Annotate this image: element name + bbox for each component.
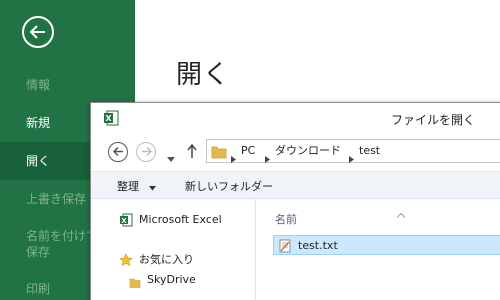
open-file-dialog: X ファイルを開く PC ダウンロード test 整理 新しいフォルダー X M… bbox=[90, 102, 500, 300]
right-arrow-icon bbox=[141, 146, 152, 157]
up-arrow-icon[interactable] bbox=[187, 143, 197, 163]
excel-icon: X bbox=[119, 212, 133, 231]
address-row: PC ダウンロード test bbox=[91, 133, 500, 171]
breadcrumb-chevron-right-icon bbox=[349, 148, 354, 167]
dialog-titlebar: X ファイルを開く bbox=[91, 103, 500, 133]
organize-label: 整理 bbox=[117, 180, 139, 193]
nav-item-info[interactable]: 情報 bbox=[0, 66, 135, 104]
page-title: 開く bbox=[176, 60, 231, 90]
nav-pane-item-skydrive[interactable]: SkyDrive bbox=[147, 273, 196, 287]
left-arrow-icon bbox=[112, 146, 123, 157]
nav-pane-item-excel[interactable]: Microsoft Excel bbox=[139, 213, 222, 227]
new-folder-button[interactable]: 新しいフォルダー bbox=[185, 178, 273, 194]
breadcrumb-chevron-right-icon bbox=[231, 148, 236, 167]
organize-button[interactable]: 整理 bbox=[117, 178, 156, 194]
breadcrumb-test[interactable]: test bbox=[359, 144, 380, 158]
file-row[interactable]: test.txt bbox=[273, 235, 500, 255]
file-name: test.txt bbox=[298, 239, 338, 252]
svg-text:X: X bbox=[121, 217, 127, 225]
folder-icon bbox=[129, 274, 141, 293]
back-button[interactable] bbox=[22, 16, 54, 48]
breadcrumb-chevron-right-icon bbox=[265, 148, 270, 167]
nav-item-save-label: 上書き保存 bbox=[26, 192, 87, 206]
back-arrow-icon bbox=[22, 16, 54, 48]
recent-locations-chevron-down-icon[interactable] bbox=[167, 148, 175, 167]
sort-chevron-up-icon bbox=[396, 203, 406, 222]
nav-item-info-label: 情報 bbox=[26, 78, 51, 92]
back-nav-button[interactable] bbox=[108, 142, 128, 162]
dialog-title: ファイルを開く bbox=[391, 113, 476, 127]
forward-nav-button[interactable] bbox=[136, 142, 156, 162]
address-bar[interactable]: PC ダウンロード test bbox=[206, 139, 500, 163]
excel-app-icon: X bbox=[103, 110, 119, 126]
chevron-down-icon bbox=[148, 181, 156, 194]
svg-text:X: X bbox=[105, 114, 112, 123]
excel-backstage-open-screen: 情報 新規 開く 上書き保存 名前を付けて 保存 印刷 開く X ファイルを開く… bbox=[0, 0, 500, 300]
nav-item-new-label: 新規 bbox=[26, 116, 51, 130]
nav-pane-item-favorites[interactable]: お気に入り bbox=[139, 253, 194, 267]
file-list-pane: 名前 test.txt bbox=[257, 199, 500, 300]
desktop-icon bbox=[129, 295, 141, 300]
dialog-toolbar: 整理 新しいフォルダー bbox=[91, 171, 500, 199]
navigation-pane: X Microsoft Excel お気に入り SkyDrive bbox=[91, 199, 256, 300]
breadcrumb-downloads[interactable]: ダウンロード bbox=[275, 144, 341, 158]
text-file-icon bbox=[278, 238, 292, 257]
folder-icon bbox=[211, 144, 227, 163]
column-header-name[interactable]: 名前 bbox=[275, 211, 297, 227]
nav-item-save-as-label: 名前を付けて 保存 bbox=[26, 229, 99, 259]
nav-item-open-label: 開く bbox=[26, 154, 51, 168]
star-icon bbox=[119, 252, 133, 271]
breadcrumb-pc[interactable]: PC bbox=[241, 144, 255, 158]
nav-item-print-label: 印刷 bbox=[26, 282, 51, 296]
